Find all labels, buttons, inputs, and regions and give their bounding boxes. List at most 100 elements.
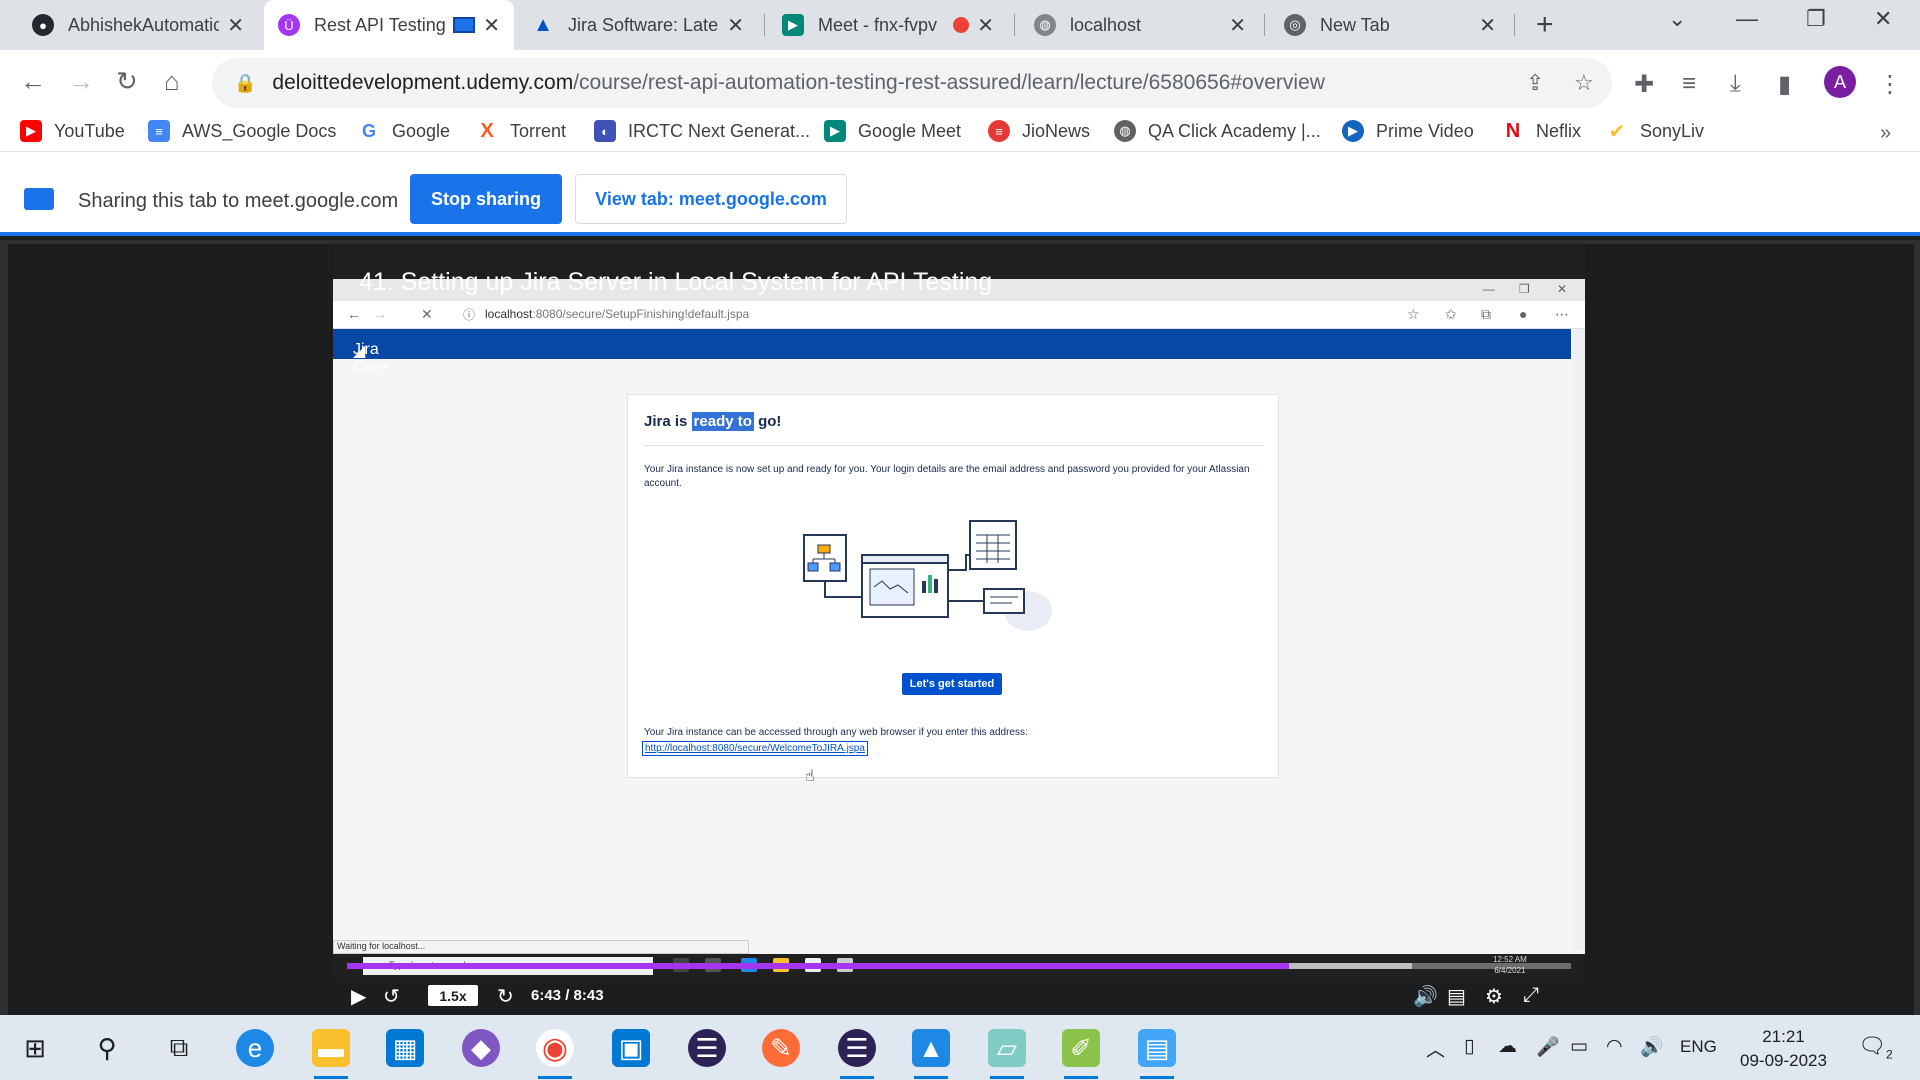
tab-search-icon[interactable]: ⌄ <box>1668 6 1686 32</box>
eclipse-icon[interactable]: ☰ <box>688 1029 726 1067</box>
photos-icon[interactable]: ▲ <box>912 1029 950 1079</box>
bookmark-irctc[interactable]: ◐ IRCTC Next Generat... <box>594 120 810 142</box>
tab-meet[interactable]: ▶ Meet - fnx-fvpv ✕ <box>768 0 1008 50</box>
bookmark-torrent[interactable]: X Torrent <box>476 120 566 142</box>
edge-icon[interactable]: e <box>236 1029 274 1067</box>
wifi-icon[interactable]: ◠ <box>1606 1035 1623 1058</box>
file-explorer-icon[interactable]: ▬ <box>312 1029 350 1079</box>
show-hidden-icons-icon[interactable]: ︿ <box>1426 1035 1445 1062</box>
control-panel-icon[interactable]: ▤ <box>1138 1029 1176 1079</box>
tab-title: AbhishekAutomatic <box>68 14 220 35</box>
playback-rate-button[interactable]: 1.5x <box>428 985 478 1006</box>
embedded-restore-icon: ❐ <box>1519 282 1530 296</box>
bookmark-prime-video[interactable]: ▶ Prime Video <box>1342 120 1474 142</box>
share-icon[interactable]: ⇪ <box>1526 70 1544 96</box>
illustration-connector <box>824 581 862 598</box>
tab-udemy[interactable]: Ü Rest API Testing ✕ <box>264 0 514 50</box>
postman-icon[interactable]: ✎ <box>762 1029 800 1067</box>
side-panel-icon[interactable]: ▮ <box>1778 70 1791 99</box>
battery-icon[interactable]: ▭ <box>1570 1035 1588 1058</box>
tab-new-tab[interactable]: ◎ New Tab ✕ <box>1270 0 1510 50</box>
illustration-window-bar <box>861 554 949 564</box>
search-icon[interactable]: ⚲ <box>88 1029 126 1067</box>
play-icon[interactable]: ▶ <box>351 984 366 1009</box>
bookmark-youtube[interactable]: ▶ YouTube <box>20 120 125 142</box>
menu-icon[interactable]: ⋮ <box>1878 70 1902 99</box>
bookmark-qa-click-academy[interactable]: ◍ QA Click Academy |... <box>1114 120 1321 142</box>
lecture-title: 41. Setting up Jira Server in Local Syst… <box>359 268 993 296</box>
embedded-profile-icon: ● <box>1519 306 1528 322</box>
extensions-icon[interactable]: ✚ <box>1634 70 1654 99</box>
close-window-icon[interactable]: ✕ <box>1874 6 1892 32</box>
more-bookmarks-icon[interactable]: » <box>1880 122 1891 145</box>
address-bar[interactable]: 🔒 deloittedevelopment.udemy.com/course/r… <box>212 58 1612 108</box>
forward-icon[interactable]: ↻ <box>497 984 514 1009</box>
embedded-forward-icon: → <box>373 306 387 322</box>
google-docs-icon: ≡ <box>148 120 170 142</box>
restore-icon[interactable]: ❐ <box>1806 6 1826 32</box>
paint-icon[interactable]: ✐ <box>1062 1029 1100 1079</box>
copilot-icon[interactable]: ◆ <box>462 1029 500 1067</box>
microsoft-store-icon[interactable]: ▦ <box>386 1029 424 1067</box>
close-icon[interactable]: ✕ <box>227 13 244 38</box>
close-icon[interactable]: ✕ <box>483 13 500 38</box>
rewind-icon[interactable]: ↺ <box>383 984 400 1009</box>
eclipse-ide-icon[interactable]: ☰ <box>838 1029 876 1079</box>
captions-icon[interactable]: ▤ <box>1447 984 1466 1009</box>
time-display: 6:43 / 8:43 <box>531 987 604 1004</box>
tab-title: New Tab <box>1320 14 1390 35</box>
volume-icon[interactable]: 🔊 <box>1413 984 1438 1009</box>
task-view-icon[interactable]: ⧉ <box>160 1029 198 1067</box>
close-icon[interactable]: ✕ <box>727 13 744 38</box>
tab-localhost[interactable]: ◍ localhost ✕ <box>1020 0 1260 50</box>
torrent-icon: X <box>476 120 498 142</box>
microphone-icon[interactable]: 🎤 <box>1536 1035 1560 1059</box>
download-icon[interactable]: ⤓ <box>1730 70 1741 98</box>
tab-jira[interactable]: ▲ Jira Software: Lates ✕ <box>518 0 758 50</box>
language-indicator[interactable]: ENG <box>1680 1037 1717 1057</box>
remote-desktop-icon[interactable]: ▣ <box>612 1029 650 1067</box>
settings-icon[interactable]: ⚙ <box>1485 984 1503 1009</box>
profile-avatar[interactable]: A <box>1824 66 1856 98</box>
video-progress-bar[interactable] <box>347 963 1571 969</box>
bookmark-aws-docs[interactable]: ≡ AWS_Google Docs <box>148 120 336 142</box>
progress-played <box>347 963 1290 969</box>
meet-tray-icon[interactable]: ▯ <box>1464 1035 1474 1058</box>
chrome-icon[interactable]: ◉ <box>536 1029 574 1079</box>
fullscreen-icon[interactable]: ⤢ <box>1523 984 1539 1007</box>
view-tab-button[interactable]: View tab: meet.google.com <box>575 174 847 224</box>
close-icon[interactable]: ✕ <box>977 13 994 38</box>
google-meet-icon: ▶ <box>824 120 846 142</box>
close-icon[interactable]: ✕ <box>1479 13 1496 38</box>
forward-icon[interactable]: → <box>68 66 94 97</box>
volume-icon[interactable]: 🔊 <box>1640 1035 1664 1059</box>
irctc-icon: ◐ <box>594 120 616 142</box>
notepad-icon[interactable]: ▱ <box>988 1029 1026 1079</box>
windows-start-icon[interactable]: ⊞ <box>16 1029 54 1067</box>
bookmark-netflix[interactable]: N Neflix <box>1502 120 1581 142</box>
reload-icon[interactable]: ↻ <box>116 66 138 97</box>
media-controls-icon[interactable]: ≡ <box>1682 70 1696 98</box>
home-icon[interactable]: ⌂ <box>164 66 180 97</box>
stop-sharing-button[interactable]: Stop sharing <box>410 174 562 224</box>
minimize-icon[interactable]: — <box>1736 6 1758 32</box>
new-tab-icon[interactable]: + <box>1536 8 1554 42</box>
bookmark-star-icon[interactable]: ☆ <box>1574 70 1594 96</box>
onedrive-icon[interactable]: ☁ <box>1498 1035 1517 1058</box>
notification-count: 2 <box>1885 1047 1893 1062</box>
bookmark-google-meet[interactable]: ▶ Google Meet <box>824 120 961 142</box>
embedded-collections-icon: ⧉ <box>1481 306 1491 322</box>
bookmark-sonyliv[interactable]: ✔ SonyLiv <box>1606 120 1704 143</box>
video-player[interactable]: 41. Setting up Jira Server in Local Syst… <box>333 244 1585 1012</box>
recording-icon <box>953 17 970 33</box>
tab-github[interactable]: ● AbhishekAutomatic ✕ <box>18 0 258 50</box>
illustration-org-node <box>829 562 841 572</box>
google-meet-icon: ▶ <box>782 14 804 36</box>
close-icon[interactable]: ✕ <box>1229 13 1246 38</box>
bookmark-jionews[interactable]: ≡ JioNews <box>988 120 1090 142</box>
back-icon[interactable]: ← <box>20 66 46 97</box>
illustration-doc <box>803 534 847 582</box>
notifications-icon[interactable]: 🗨2 <box>1858 1033 1893 1061</box>
system-clock[interactable]: 21:21 09-09-2023 <box>1740 1025 1827 1073</box>
bookmark-google[interactable]: G Google <box>358 120 450 142</box>
